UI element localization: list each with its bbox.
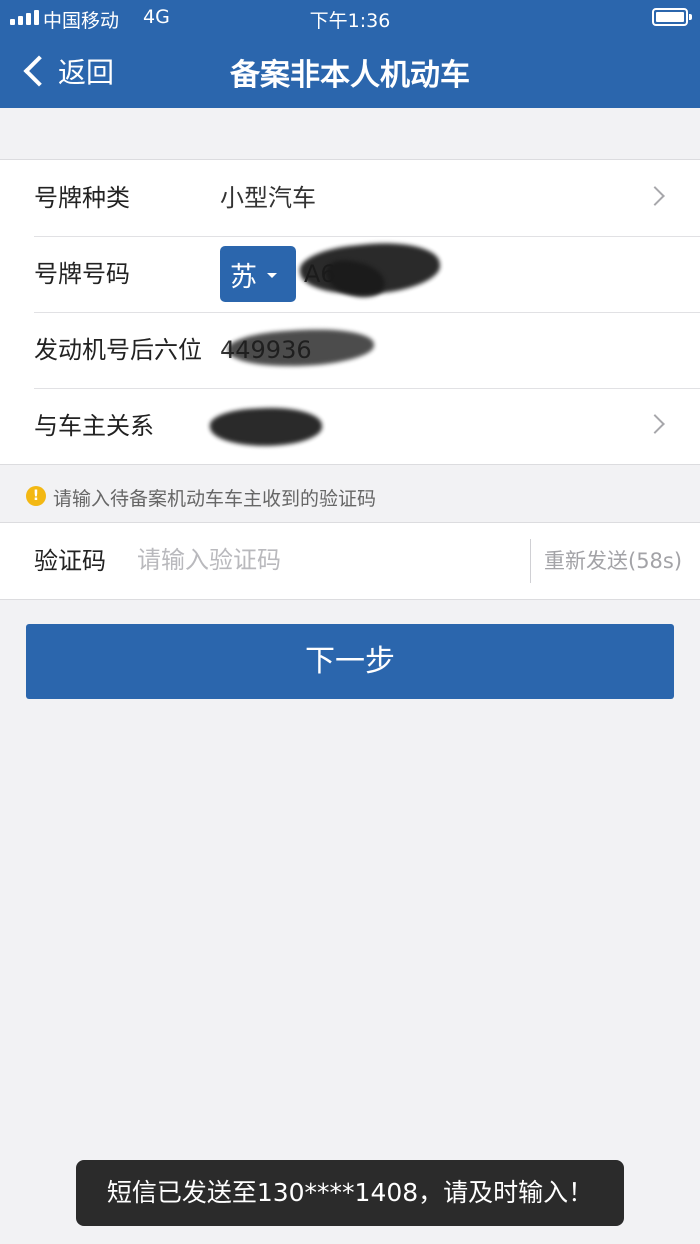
plate-type-row[interactable]: 号牌种类 小型汽车 [0,160,700,236]
verification-card: 验证码 重新发送(58s) [0,522,700,600]
province-value: 苏 [230,261,257,293]
relation-label: 与车主关系 [34,412,154,440]
status-bar: 中国移动 4G 下午1:36 [0,0,700,36]
chevron-right-icon [645,186,665,206]
verification-code-input[interactable] [137,537,517,583]
chevron-right-icon [645,414,665,434]
battery-icon [652,8,692,26]
engine-number-row: 发动机号后六位 449936 [0,312,700,388]
back-button[interactable]: 返回 [18,48,114,94]
verification-label: 验证码 [34,547,106,575]
vehicle-info-card: 号牌种类 小型汽车 号牌号码 苏 A6 发动机号后六位 449936 与车主关系 [0,159,700,465]
province-selector[interactable]: 苏 [220,246,296,302]
status-time: 下午1:36 [309,10,391,32]
caret-down-icon [267,272,277,278]
plate-number-row: 号牌号码 苏 A6 [0,236,700,312]
resend-button[interactable]: 重新发送(58s) [544,523,682,599]
hint-banner: ! 请输入待备案机动车车主收到的验证码 [0,462,700,522]
redaction-mark [209,405,323,449]
toast-message: 短信已发送至130****1408，请及时输入！ [76,1160,624,1226]
relation-row[interactable]: 与车主关系 [0,388,700,464]
engine-number-label: 发动机号后六位 [34,336,202,364]
plate-type-label: 号牌种类 [34,184,130,212]
chevron-left-icon [23,55,55,87]
back-label: 返回 [58,56,115,89]
hint-text: 请输入待备案机动车车主收到的验证码 [53,488,377,510]
navigation-bar: 中国移动 4G 下午1:36 返回 备案非本人机动车 [0,0,700,108]
plate-number-label: 号牌号码 [34,260,130,288]
next-step-button[interactable]: 下一步 [26,624,674,699]
divider [530,539,531,583]
warning-icon: ! [26,486,46,506]
plate-type-value: 小型汽车 [220,184,316,212]
